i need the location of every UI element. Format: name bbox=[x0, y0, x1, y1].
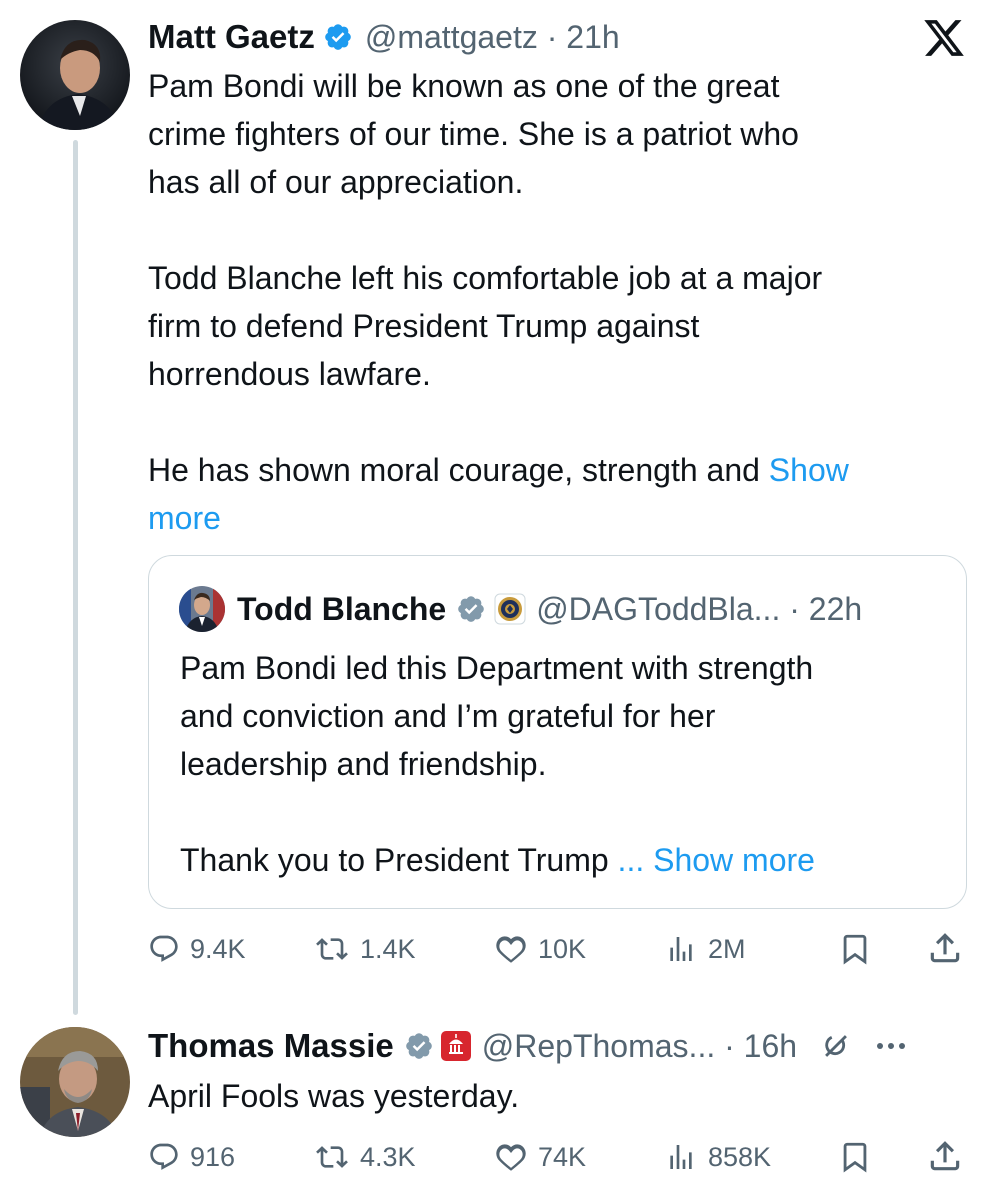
x-logo-icon[interactable] bbox=[922, 16, 966, 67]
show-more-link[interactable]: Show bbox=[769, 452, 849, 488]
show-more-link-cont[interactable]: more bbox=[148, 500, 221, 536]
repost-count: 1.4K bbox=[360, 933, 416, 964]
quoted-show-more-link[interactable]: ... Show more bbox=[618, 842, 815, 878]
quoted-tweet-text: Pam Bondi led this Department with stren… bbox=[180, 644, 950, 884]
quoted-author-handle[interactable]: @DAGToddBla... · 22h bbox=[536, 591, 862, 628]
like-icon bbox=[494, 1141, 528, 1173]
like-count: 74K bbox=[538, 1141, 587, 1172]
tweet-body: Pam Bondi will be known as one of the gr… bbox=[148, 68, 823, 488]
views-button[interactable]: 858K bbox=[664, 1137, 771, 1177]
like-icon bbox=[494, 933, 528, 965]
quoted-author-name[interactable]: Todd Blanche bbox=[237, 591, 446, 628]
quoted-avatar[interactable] bbox=[179, 586, 225, 632]
author-handle[interactable]: @mattgaetz · 21h bbox=[365, 19, 620, 56]
verified-badge-icon bbox=[404, 1031, 434, 1061]
repost-icon bbox=[314, 933, 350, 965]
reply-count: 916 bbox=[190, 1141, 236, 1172]
like-button[interactable]: 10K bbox=[494, 929, 586, 969]
reply-button[interactable]: 916 bbox=[148, 1137, 235, 1177]
verified-badge-icon bbox=[456, 594, 486, 624]
author-name[interactable]: Matt Gaetz bbox=[148, 18, 315, 56]
gov-seal-icon bbox=[494, 593, 526, 625]
share-icon[interactable] bbox=[926, 1137, 964, 1180]
thread-connector bbox=[73, 140, 78, 1015]
views-icon bbox=[664, 933, 698, 965]
views-count: 858K bbox=[708, 1141, 772, 1172]
bookmark-icon[interactable] bbox=[838, 1139, 872, 1180]
quoted-tweet-card[interactable]: Todd Blanche @DAGToddBla... · 22h Pam Bo… bbox=[148, 555, 967, 909]
reply-button[interactable]: 9.4K bbox=[148, 929, 246, 969]
reply-icon bbox=[148, 1141, 180, 1173]
like-count: 10K bbox=[538, 933, 587, 964]
repost-button[interactable]: 4.3K bbox=[314, 1137, 416, 1177]
more-icon[interactable] bbox=[875, 1041, 907, 1051]
like-button[interactable]: 74K bbox=[494, 1137, 586, 1177]
verified-badge-icon bbox=[323, 22, 353, 52]
grok-icon[interactable] bbox=[819, 1029, 853, 1063]
gov-seal-icon bbox=[440, 1030, 472, 1062]
avatar[interactable] bbox=[20, 20, 130, 130]
views-icon bbox=[664, 1141, 698, 1173]
tweet-text: Pam Bondi will be known as one of the gr… bbox=[148, 62, 978, 542]
repost-icon bbox=[314, 1141, 350, 1173]
reply-text: April Fools was yesterday. bbox=[148, 1078, 520, 1114]
bookmark-icon[interactable] bbox=[838, 931, 872, 972]
reply-count: 9.4K bbox=[190, 933, 246, 964]
views-count: 2M bbox=[708, 933, 746, 964]
repost-count: 4.3K bbox=[360, 1141, 416, 1172]
reply-avatar[interactable] bbox=[20, 1027, 130, 1137]
share-icon[interactable] bbox=[926, 929, 964, 972]
views-button[interactable]: 2M bbox=[664, 929, 746, 969]
repost-button[interactable]: 1.4K bbox=[314, 929, 416, 969]
reply-author-handle[interactable]: @RepThomas... · 16h bbox=[482, 1028, 797, 1065]
reply-icon bbox=[148, 933, 180, 965]
reply-author-name[interactable]: Thomas Massie bbox=[148, 1027, 394, 1065]
